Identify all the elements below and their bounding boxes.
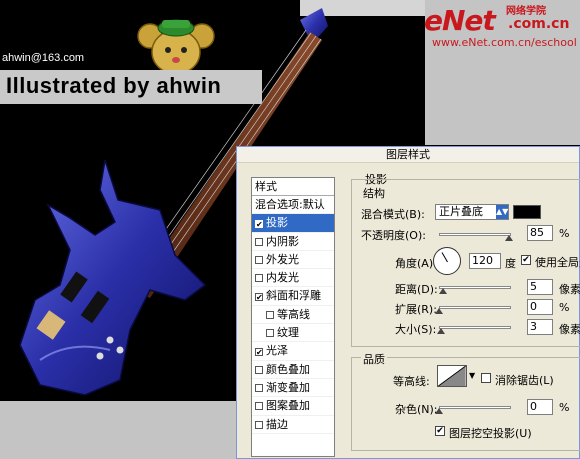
blend-mode-label: 混合模式(B):: [361, 208, 425, 221]
style-item[interactable]: ✔ 投影: [252, 214, 334, 233]
distance-label: 距离(D):: [395, 283, 438, 296]
chevron-down-icon: ▲▼: [496, 205, 508, 219]
style-checkbox[interactable]: [255, 255, 263, 264]
antialias-label: 消除锯齿(L): [495, 374, 554, 387]
spread-slider[interactable]: [439, 306, 511, 309]
size-input[interactable]: 3: [527, 319, 553, 335]
style-checkbox[interactable]: [255, 402, 263, 411]
style-item-label: 纹理: [277, 326, 299, 340]
opacity-input[interactable]: 85: [527, 225, 553, 241]
style-item-label: 描边: [266, 417, 288, 431]
style-checkbox[interactable]: ✔: [255, 220, 263, 229]
style-checkbox[interactable]: [266, 329, 274, 338]
opacity-slider-knob[interactable]: [505, 235, 513, 241]
style-item[interactable]: 外发光: [252, 251, 334, 270]
distance-slider[interactable]: [439, 286, 511, 289]
style-item-label: 投影: [266, 216, 288, 230]
angle-label: 角度(A):: [395, 257, 437, 270]
angle-input[interactable]: 120: [469, 253, 501, 269]
style-checkbox[interactable]: [266, 310, 274, 319]
structure-title: 结构: [361, 185, 387, 201]
noise-slider-knob[interactable]: [435, 408, 443, 414]
knockout-label: 图层挖空投影(U): [449, 427, 532, 440]
contour-label: 等高线:: [393, 375, 430, 388]
knockout-checkbox[interactable]: ✔: [435, 426, 445, 436]
style-item-label: 外发光: [266, 252, 299, 266]
size-slider-knob[interactable]: [437, 328, 445, 334]
styles-list: 样式 混合选项:默认 ✔ 投影 内阴影 外发光 内发光 ✔ 斜面和浮雕 等高线 纹理 ✔ 光泽 颜色叠加…: [251, 177, 335, 457]
style-item[interactable]: 混合选项:默认: [252, 196, 334, 215]
style-checkbox[interactable]: [255, 420, 263, 429]
style-item-label: 斜面和浮雕: [266, 289, 321, 303]
style-checkbox[interactable]: [255, 237, 263, 246]
style-checkbox[interactable]: ✔: [255, 293, 263, 302]
style-item[interactable]: 颜色叠加: [252, 361, 334, 379]
global-light-label: 使用全局光: [535, 256, 580, 269]
opacity-label: 不透明度(O):: [361, 229, 426, 242]
style-item[interactable]: ✔ 斜面和浮雕: [252, 287, 334, 306]
style-item-label: 内阴影: [266, 234, 299, 248]
global-light-checkbox[interactable]: ✔: [521, 255, 531, 265]
spread-label: 扩展(R):: [395, 303, 437, 316]
noise-unit: %: [559, 401, 570, 414]
style-item[interactable]: 图案叠加: [252, 397, 334, 416]
style-item[interactable]: 内阴影: [252, 233, 334, 251]
style-item-label: 混合选项:默认: [255, 198, 325, 211]
style-item[interactable]: 纹理: [252, 324, 334, 343]
style-item-label: 光泽: [266, 344, 288, 358]
style-item-label: 内发光: [266, 271, 299, 285]
angle-dial[interactable]: [433, 247, 461, 275]
shadow-color-swatch[interactable]: [513, 205, 541, 219]
spread-slider-knob[interactable]: [435, 308, 443, 314]
blend-mode-select[interactable]: 正片叠底 ▲▼: [435, 204, 509, 220]
style-item-label: 等高线: [277, 307, 310, 321]
style-item[interactable]: 描边: [252, 416, 334, 434]
contour-preview-icon[interactable]: [437, 365, 467, 387]
style-item-label: 图案叠加: [266, 399, 310, 413]
noise-input[interactable]: 0: [527, 399, 553, 415]
blend-mode-value: 正片叠底: [439, 205, 483, 218]
distance-input[interactable]: 5: [527, 279, 553, 295]
style-checkbox[interactable]: [255, 383, 263, 392]
spread-input[interactable]: 0: [527, 299, 553, 315]
style-item[interactable]: ✔ 光泽: [252, 342, 334, 361]
style-item-label: 渐变叠加: [266, 380, 310, 394]
opacity-unit: %: [559, 227, 570, 240]
noise-slider[interactable]: [439, 406, 511, 409]
noise-label: 杂色(N):: [395, 403, 438, 416]
style-item[interactable]: 内发光: [252, 269, 334, 288]
style-checkbox[interactable]: [255, 365, 263, 374]
style-item[interactable]: 渐变叠加: [252, 379, 334, 398]
size-unit: 像素: [559, 323, 580, 336]
style-item[interactable]: 等高线: [252, 306, 334, 325]
angle-dial-needle: [441, 252, 448, 263]
style-checkbox[interactable]: [255, 274, 263, 283]
layer-style-dialog: 图层样式 样式 混合选项:默认 ✔ 投影 内阴影 外发光 内发光 ✔ 斜面和浮雕 等高线 纹理 ✔ 光…: [236, 146, 580, 459]
angle-unit: 度: [505, 257, 516, 270]
style-item-label: 颜色叠加: [266, 362, 310, 376]
styles-header[interactable]: 样式: [252, 178, 334, 196]
style-checkbox[interactable]: ✔: [255, 348, 263, 357]
antialias-checkbox[interactable]: [481, 373, 491, 383]
distance-slider-knob[interactable]: [439, 288, 447, 294]
contour-dropdown-arrow-icon[interactable]: ▼: [469, 371, 475, 380]
dialog-title: 图层样式: [237, 147, 579, 163]
quality-title: 品质: [361, 351, 387, 367]
size-slider[interactable]: [439, 326, 511, 329]
spread-unit: %: [559, 301, 570, 314]
opacity-slider[interactable]: [439, 233, 511, 236]
distance-unit: 像素: [559, 283, 580, 296]
size-label: 大小(S):: [395, 323, 437, 336]
